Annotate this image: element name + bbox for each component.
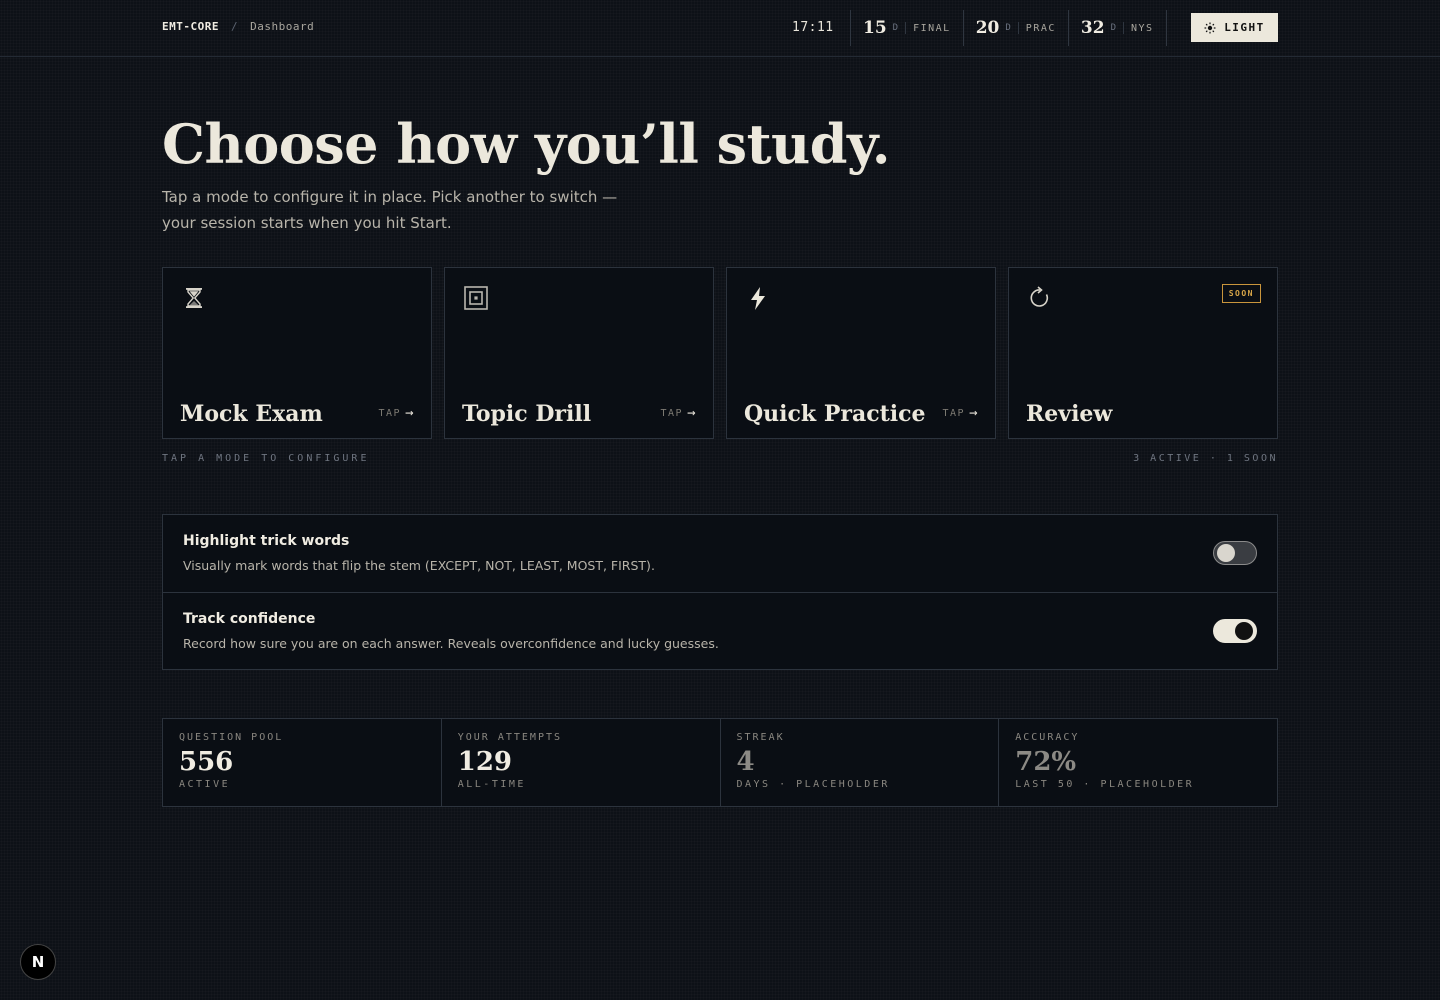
countdown-label: FINAL	[913, 22, 951, 34]
settings-panel: Highlight trick words Visually mark word…	[162, 514, 1278, 670]
mode-card-review[interactable]: SOON Review	[1008, 267, 1278, 439]
top-bar: EMT-CORE / Dashboard 17:11 15 D FINAL 20…	[0, 0, 1440, 57]
framework-badge-button[interactable]: N	[20, 944, 56, 980]
mode-card-title: Mock Exam	[180, 401, 323, 427]
stat-value: 556	[179, 747, 234, 777]
mode-card-tap-hint: TAP →	[379, 405, 416, 421]
countdown-final: 15 D FINAL	[850, 10, 963, 46]
countdown-label: PRAC	[1025, 22, 1056, 34]
arrow-right-icon: →	[969, 405, 979, 421]
stat-value: 129	[457, 747, 513, 777]
toggle-knob	[1217, 544, 1235, 562]
target-square-icon	[464, 286, 488, 310]
highlight-trick-words-toggle[interactable]	[1213, 541, 1257, 565]
setting-description: Visually mark words that flip the stem (…	[183, 558, 655, 573]
mode-card-quick-practice[interactable]: Quick Practice TAP →	[726, 267, 996, 439]
setting-description: Record how sure you are on each answer. …	[183, 636, 719, 651]
mode-card-title: Quick Practice	[744, 401, 926, 427]
stat-accuracy: ACCURACY 72% LAST 50 · PLACEHOLDER	[998, 719, 1277, 806]
stat-label: QUESTION POOL	[179, 732, 284, 743]
refresh-icon	[1030, 286, 1049, 307]
arrow-right-icon: →	[405, 405, 415, 421]
setting-title: Highlight trick words	[183, 533, 350, 549]
stats-bar: QUESTION POOL 556 ACTIVE YOUR ATTEMPTS 1…	[162, 718, 1278, 807]
track-confidence-toggle[interactable]	[1213, 619, 1257, 643]
coming-soon-badge: SOON	[1221, 284, 1261, 303]
modes-hint: TAP A MODE TO CONFIGURE	[162, 453, 370, 464]
countdown-divider	[1165, 10, 1178, 46]
hourglass-icon	[186, 288, 202, 308]
mode-card-title: Topic Drill	[462, 401, 592, 427]
page-subtitle: Tap a mode to configure it in place. Pic…	[162, 188, 618, 232]
theme-toggle-button[interactable]: LIGHT	[1191, 13, 1278, 42]
toggle-knob	[1235, 622, 1253, 640]
mode-card-tap-hint: TAP →	[661, 405, 698, 421]
stat-value: 72%	[1015, 747, 1077, 777]
mode-card-mock-exam[interactable]: Mock Exam TAP →	[162, 267, 432, 439]
countdown-unit: D	[893, 22, 907, 34]
countdown-value: 20	[975, 18, 1000, 38]
countdown-prac: 20 D PRAC	[962, 10, 1068, 46]
lightning-icon	[751, 287, 765, 310]
stat-sub: ALL-TIME	[457, 779, 526, 790]
countdown-value: 32	[1080, 18, 1105, 38]
countdown-value: 15	[863, 18, 887, 38]
stat-streak: STREAK 4 DAYS · PLACEHOLDER	[719, 719, 999, 806]
sun-icon	[1204, 22, 1216, 33]
mode-card-topic-drill[interactable]: Topic Drill TAP →	[444, 267, 714, 439]
stat-sub: ACTIVE	[179, 779, 231, 790]
tap-label: TAP	[942, 407, 966, 419]
stat-label: STREAK	[736, 732, 785, 743]
exam-countdowns: 15 D FINAL 20 D PRAC 32 D NYS	[850, 10, 1178, 46]
mode-grid: Mock Exam TAP → Topic Drill TAP → Quick …	[162, 267, 1278, 439]
countdown-unit: D	[1111, 22, 1124, 34]
breadcrumb-separator: /	[230, 20, 239, 33]
arrow-right-icon: →	[687, 405, 697, 421]
mode-card-title: Review	[1026, 401, 1113, 427]
setting-title: Track confidence	[183, 611, 316, 627]
modes-count: 3 ACTIVE · 1 SOON	[1133, 453, 1278, 464]
setting-highlight-trick-words: Highlight trick words Visually mark word…	[163, 515, 1277, 592]
stat-label: YOUR ATTEMPTS	[457, 732, 563, 743]
stat-question-pool: QUESTION POOL 556 ACTIVE	[163, 719, 441, 806]
stat-your-attempts: YOUR ATTEMPTS 129 ALL-TIME	[440, 719, 720, 806]
stat-value: 4	[736, 747, 755, 777]
mode-card-tap-hint: TAP →	[943, 405, 980, 421]
countdown-nys: 32 D NYS	[1067, 10, 1166, 46]
countdown-label: NYS	[1130, 22, 1154, 34]
breadcrumb: EMT-CORE / Dashboard	[162, 20, 314, 33]
breadcrumb-current-page: Dashboard	[250, 20, 315, 33]
countdown-unit: D	[1005, 22, 1019, 34]
brand-logo[interactable]: EMT-CORE	[162, 20, 219, 33]
stat-sub: DAYS · PLACEHOLDER	[736, 779, 890, 790]
stat-label: ACCURACY	[1015, 732, 1080, 743]
setting-track-confidence: Track confidence Record how sure you are…	[163, 592, 1277, 669]
clock: 17:11	[792, 20, 834, 35]
stat-sub: LAST 50 · PLACEHOLDER	[1015, 779, 1195, 790]
theme-toggle-label: LIGHT	[1224, 21, 1265, 34]
tap-label: TAP	[378, 407, 402, 419]
tap-label: TAP	[660, 407, 684, 419]
page-title: Choose how you’ll study.	[162, 112, 891, 176]
